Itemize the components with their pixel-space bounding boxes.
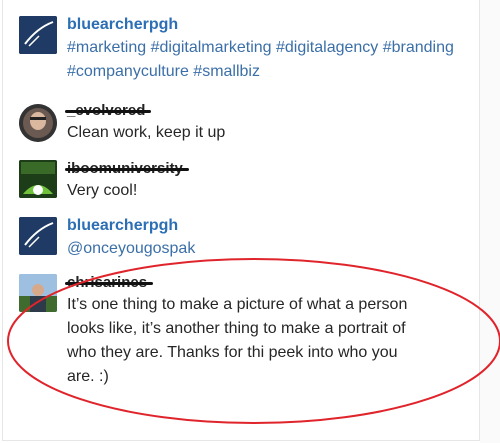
comment-username[interactable]: _evolvered bbox=[64, 101, 152, 121]
person-photo-icon bbox=[19, 274, 57, 312]
mention-link[interactable]: @onceyougospak bbox=[67, 237, 487, 261]
chrisarines-avatar[interactable] bbox=[19, 274, 57, 312]
comment-item: chrisarines It’s one thing to make a pic… bbox=[19, 272, 459, 385]
hashtag-text[interactable]: #marketing #digitalmarketing #digitalage… bbox=[67, 36, 487, 84]
comment-item: bluearcherpgh @onceyougospak bbox=[19, 215, 459, 270]
iboom-logo-icon bbox=[19, 160, 57, 198]
comment-item: _evolvered Clean work, keep it up bbox=[19, 100, 459, 150]
bluearcher-avatar[interactable] bbox=[19, 217, 57, 255]
bluearcher-avatar[interactable] bbox=[19, 16, 57, 54]
comment-username[interactable]: bluearcherpgh bbox=[67, 215, 487, 237]
comment-item: bluearcherpgh #marketing #digitalmarketi… bbox=[19, 14, 459, 94]
comment-item: iboomuniversity Very cool! bbox=[19, 158, 459, 208]
iboom-avatar[interactable] bbox=[19, 160, 57, 198]
comment-text: It’s one thing to make a picture of what… bbox=[67, 296, 408, 385]
person-photo-icon bbox=[19, 104, 57, 142]
bluearcher-logo-icon bbox=[19, 217, 57, 255]
comment-username[interactable]: iboomuniversity bbox=[65, 159, 189, 179]
comment-username[interactable]: chrisarines bbox=[64, 273, 154, 293]
comment-username[interactable]: bluearcherpgh bbox=[67, 14, 487, 36]
scrollbar[interactable] bbox=[480, 0, 500, 443]
bluearcher-logo-icon bbox=[19, 16, 57, 54]
evolvered-avatar[interactable] bbox=[19, 104, 57, 142]
comment-text: Clean work, keep it up bbox=[67, 124, 226, 141]
comments-panel: bluearcherpgh #marketing #digitalmarketi… bbox=[2, 0, 480, 441]
comment-text: Very cool! bbox=[67, 182, 138, 199]
